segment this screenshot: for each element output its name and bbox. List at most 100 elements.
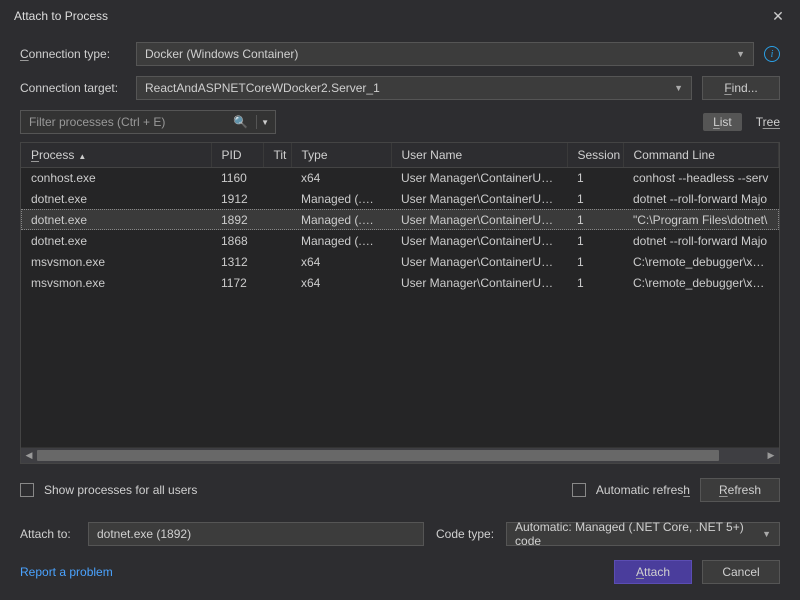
col-pid[interactable]: PID [211,143,263,167]
table-row[interactable]: dotnet.exe1892 Managed (.NE...User Manage… [21,209,779,230]
col-title[interactable]: Tit [263,143,291,167]
connection-type-row: Connection type: Docker (Windows Contain… [20,42,780,66]
col-process[interactable]: Process▲ [21,143,211,167]
col-type[interactable]: Type [291,143,391,167]
cell-proc: conhost.exe [21,167,211,188]
attach-to-input[interactable]: dotnet.exe (1892) [88,522,424,546]
cell-pid: 1868 [211,230,263,251]
cell-title [263,188,291,209]
cell-title [263,251,291,272]
table-row[interactable]: dotnet.exe1868Managed (.NE...User Manage… [21,230,779,251]
horizontal-scrollbar[interactable]: ◀ ▶ [21,447,779,463]
table-row[interactable]: conhost.exe1160 x64User Manager\Container… [21,167,779,188]
scroll-thumb[interactable] [37,450,719,461]
cancel-button[interactable]: Cancel [702,560,780,584]
view-toggle: List Tree [703,113,780,131]
auto-refresh-checkbox[interactable] [572,483,586,497]
auto-refresh-label: Automatic refresh [596,483,690,497]
filter-placeholder: Filter processes (Ctrl + E) [29,115,229,129]
filter-row: Filter processes (Ctrl + E) 🔍 ▼ List Tre… [20,110,780,134]
cell-pid: 1160 [211,167,263,188]
chevron-down-icon: ▼ [674,83,683,93]
cell-type: Managed (.NE... [291,209,391,230]
show-all-users-checkbox[interactable] [20,483,34,497]
cell-cmd: C:\remote_debugger\x64\ [623,272,779,293]
cell-sess: 1 [567,230,623,251]
col-user[interactable]: User Name [391,143,567,167]
tree-view-option[interactable]: Tree [756,115,780,129]
cell-pid: 1892 [211,209,263,230]
cell-title [263,272,291,293]
close-icon[interactable]: ✕ [766,8,790,25]
connection-type-label: Connection type: [20,47,126,61]
chevron-down-icon: ▼ [762,529,771,539]
connection-target-value: ReactAndASPNETCoreWDocker2.Server_1 [145,81,380,95]
cell-sess: 1 [567,251,623,272]
cell-cmd: conhost --headless --serv [623,167,779,188]
code-type-value: Automatic: Managed (.NET Core, .NET 5+) … [515,520,771,548]
table-row[interactable]: dotnet.exe1912 Managed (.NE...User Manage… [21,188,779,209]
find-button[interactable]: Find... [702,76,780,100]
show-all-users-label: Show processes for all users [44,483,197,497]
cell-type: x64 [291,272,391,293]
chevron-down-icon[interactable]: ▼ [261,118,269,127]
scroll-right-icon[interactable]: ▶ [763,450,779,461]
col-session[interactable]: Session [567,143,623,167]
attach-button[interactable]: Attach [614,560,692,584]
code-type-combo[interactable]: Automatic: Managed (.NET Core, .NET 5+) … [506,522,780,546]
scroll-left-icon[interactable]: ◀ [21,450,37,461]
info-icon[interactable]: i [764,46,780,62]
code-type-label: Code type: [436,527,494,541]
chevron-down-icon: ▼ [736,49,745,59]
cell-proc: msvsmon.exe [21,272,211,293]
cell-sess: 1 [567,209,623,230]
cell-user: User Manager\ContainerUser [391,188,567,209]
cell-proc: msvsmon.exe [21,251,211,272]
scroll-track[interactable] [37,448,763,463]
cell-cmd: dotnet --roll-forward Majo [623,230,779,251]
connection-target-combo[interactable]: ReactAndASPNETCoreWDocker2.Server_1 ▼ [136,76,692,100]
cell-cmd: C:\remote_debugger\x64\ [623,251,779,272]
cell-user: User Manager\ContainerUser [391,230,567,251]
col-cmd[interactable]: Command Line [623,143,779,167]
connection-target-row: Connection target: ReactAndASPNETCoreWDo… [20,76,780,100]
table-row[interactable]: msvsmon.exe1312 x64User Manager\Container… [21,251,779,272]
search-icon[interactable]: 🔍 [229,115,252,129]
attach-to-row: Attach to: dotnet.exe (1892) Code type: … [20,522,780,546]
filter-input[interactable]: Filter processes (Ctrl + E) 🔍 ▼ [20,110,276,134]
connection-type-combo[interactable]: Docker (Windows Container) ▼ [136,42,754,66]
cell-pid: 1312 [211,251,263,272]
cell-title [263,209,291,230]
cell-pid: 1912 [211,188,263,209]
cell-sess: 1 [567,188,623,209]
cell-pid: 1172 [211,272,263,293]
report-problem-link[interactable]: Report a problem [20,565,113,579]
cell-user: User Manager\ContainerUser [391,167,567,188]
cell-proc: dotnet.exe [21,209,211,230]
cell-type: x64 [291,251,391,272]
title-bar: Attach to Process ✕ [0,0,800,32]
cell-sess: 1 [567,167,623,188]
options-row: Show processes for all users Automatic r… [20,478,780,502]
cell-type: Managed (.NE... [291,230,391,251]
divider [256,115,257,129]
sort-asc-icon: ▲ [78,152,86,161]
footer: Report a problem Attach Cancel [0,560,800,600]
process-table: Process▲ PID Tit Type User Name Session … [20,142,780,464]
refresh-button[interactable]: Refresh [700,478,780,502]
table-header-row: Process▲ PID Tit Type User Name Session … [21,143,779,167]
table-row[interactable]: msvsmon.exe1172 x64User Manager\Container… [21,272,779,293]
cell-type: x64 [291,167,391,188]
cell-user: User Manager\ContainerUser [391,251,567,272]
cell-cmd: dotnet --roll-forward Majo [623,188,779,209]
cell-cmd: "C:\Program Files\dotnet\ [623,209,779,230]
cell-user: User Manager\ContainerUser [391,209,567,230]
cell-type: Managed (.NE... [291,188,391,209]
cell-proc: dotnet.exe [21,188,211,209]
connection-target-label: Connection target: [20,81,126,95]
attach-to-label: Attach to: [20,527,76,541]
cell-user: User Manager\ContainerUser [391,272,567,293]
window-title: Attach to Process [14,9,766,23]
list-view-option[interactable]: List [703,113,742,131]
table-body: conhost.exe1160x64User Manager\Container… [21,167,779,293]
